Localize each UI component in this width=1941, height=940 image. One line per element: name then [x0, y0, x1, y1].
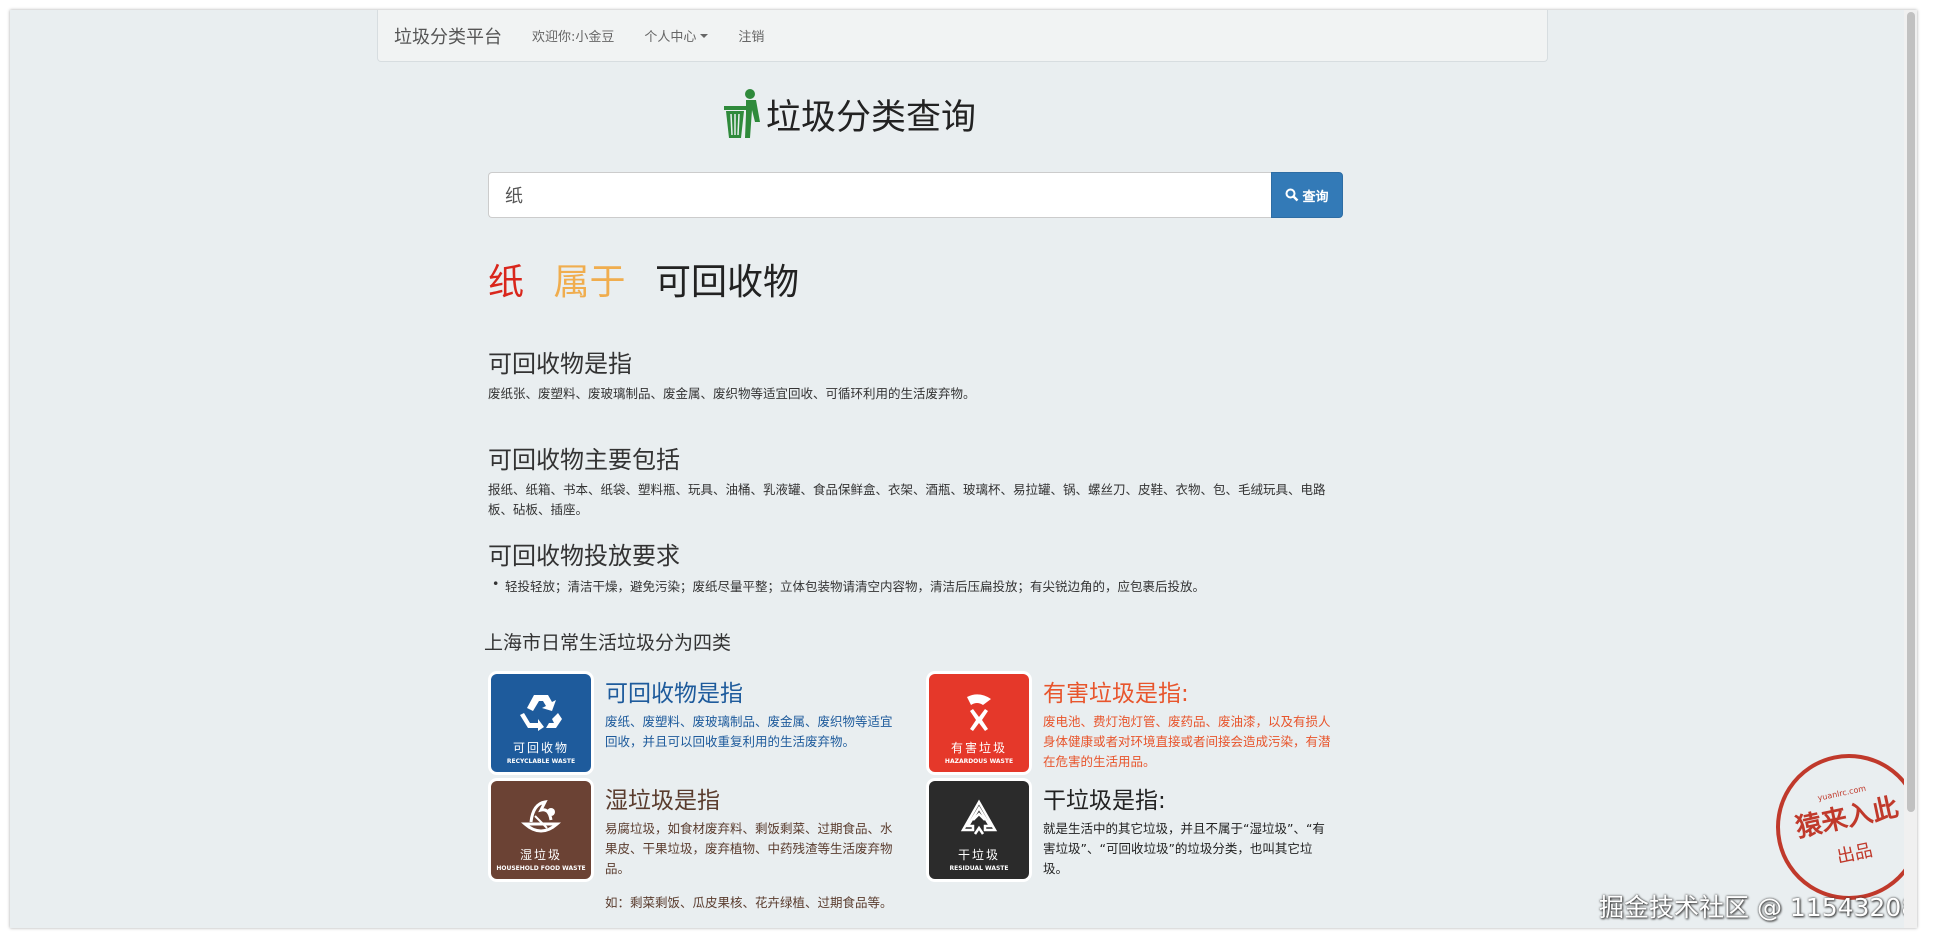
includes-title: 可回收物主要包括 [488, 446, 680, 474]
result-item: 纸 [488, 262, 525, 303]
search-icon [1285, 188, 1299, 202]
profile-label: 个人中心 [644, 30, 697, 45]
hazardous-badge: 有害垃圾 HAZARDOUS WASTE [929, 674, 1029, 772]
dry-waste-text: 就是生活中的其它垃圾，并且不属于“湿垃圾”、“有害垃圾”、“可回收垃圾”的垃圾分… [1043, 821, 1325, 876]
navbar: 垃圾分类平台 欢迎你:小金豆 个人中心 注销 [377, 10, 1548, 62]
wet-waste-badge-cn: 湿垃圾 [519, 848, 562, 862]
definition-text: 废纸张、废塑料、废玻璃制品、废金属、废织物等适宜回收、可循环利用的生活废弃物。 [488, 386, 976, 401]
requirements-title: 可回收物投放要求 [488, 542, 680, 570]
result-belongs: 属于 [553, 262, 626, 303]
recycle-icon [520, 695, 562, 731]
profile-dropdown[interactable]: 个人中心 [644, 26, 709, 45]
page: 垃圾分类平台 欢迎你:小金豆 个人中心 注销 垃圾分类查询 查询 纸 属于 可 [10, 10, 1917, 928]
dry-waste-title: 干垃圾是指: [1043, 788, 1166, 814]
welcome-text[interactable]: 欢迎你:小金豆 [532, 26, 614, 45]
dry-waste-badge: 干垃圾 RESIDUAL WASTE [929, 781, 1029, 879]
wet-waste-example: 如：剩菜剩饭、瓜皮果核、花卉绿植、过期食品等。 [605, 895, 893, 910]
hazardous-badge-en: HAZARDOUS WASTE [944, 758, 1014, 765]
search-button[interactable]: 查询 [1271, 172, 1343, 218]
watermark: 掘金技术社区 @ 1154320810 [1599, 893, 1917, 922]
result-category: 可回收物 [654, 262, 799, 303]
requirements-item: 轻投轻放；清洁干燥，避免污染；废纸尽量平整；立体包装物请清空内容物，清洁后压扁投… [492, 576, 1205, 595]
wet-waste-text: 易腐垃圾，如食材废弃料、剩饭剩菜、过期食品、水果皮、干果垃圾，废弃植物、中药残渣… [605, 821, 893, 876]
search-input[interactable] [488, 172, 1271, 218]
recyclable-badge-cn: 可回收物 [512, 741, 569, 755]
caret-down-icon [700, 34, 709, 38]
search-bar: 查询 [488, 172, 1343, 218]
recyclable-text: 废纸、废塑料、废玻璃制品、废金属、废织物等适宜回收，并且可以回收重复利用的生活废… [605, 714, 893, 749]
hazardous-text: 废电池、费灯泡灯管、废药品、废油漆，以及有损人身体健康或者对环境直接或者间接会造… [1043, 714, 1331, 769]
dry-waste-badge-cn: 干垃圾 [957, 848, 1000, 862]
trash-bin-icon [724, 89, 760, 138]
stamp-line2: 出品 [1834, 839, 1875, 868]
hazardous-title: 有害垃圾是指: [1043, 681, 1189, 707]
wet-waste-badge: 湿垃圾 HOUSEHOLD FOOD WASTE [491, 781, 591, 879]
recyclable-badge-en: RECYCLABLE WASTE [506, 758, 576, 765]
hazardous-icon [967, 694, 991, 731]
recyclable-badge: 可回收物 RECYCLABLE WASTE [491, 674, 591, 772]
hazardous-badge-cn: 有害垃圾 [950, 741, 1007, 755]
dry-waste-icon [960, 799, 998, 835]
dry-waste-badge-en: RESIDUAL WASTE [949, 865, 1009, 872]
scrollbar[interactable] [1904, 10, 1917, 928]
scrollbar-thumb[interactable] [1907, 12, 1915, 812]
search-button-label: 查询 [1302, 189, 1329, 205]
navbar-brand[interactable]: 垃圾分类平台 [394, 23, 502, 49]
page-title-text: 垃圾分类查询 [766, 97, 977, 138]
logout-link[interactable]: 注销 [738, 26, 764, 45]
definition-title: 可回收物是指 [488, 350, 632, 378]
result-heading: 纸 属于 可回收物 [488, 253, 817, 305]
wet-waste-title: 湿垃圾是指 [605, 788, 720, 814]
four-categories-title: 上海市日常生活垃圾分为四类 [484, 632, 732, 654]
wet-waste-icon [521, 800, 561, 833]
includes-text: 报纸、纸箱、书本、纸袋、塑料瓶、玩具、油桶、乳液罐、食品保鲜盒、衣架、酒瓶、玻璃… [488, 482, 1326, 517]
wet-waste-badge-en: HOUSEHOLD FOOD WASTE [496, 865, 586, 872]
page-title: 垃圾分类查询 [722, 86, 976, 142]
recyclable-title: 可回收物是指 [605, 681, 743, 707]
